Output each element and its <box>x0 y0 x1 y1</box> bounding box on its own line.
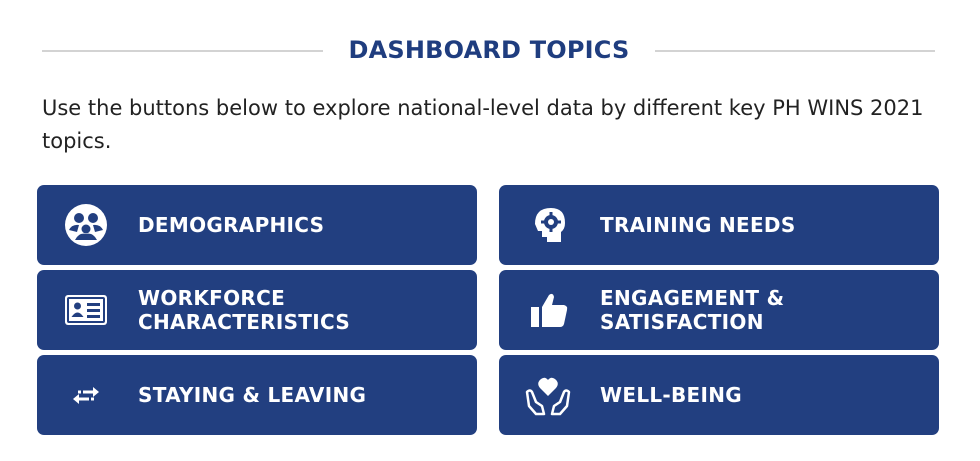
training-needs-button[interactable]: TRAINING NEEDS <box>499 185 939 265</box>
people-group-icon <box>61 200 111 250</box>
arrows-exchange-icon <box>61 370 111 420</box>
staying-leaving-button[interactable]: STAYING & LEAVING <box>37 355 477 435</box>
demographics-label: DEMOGRAPHICS <box>138 213 325 237</box>
training-needs-label: TRAINING NEEDS <box>600 213 796 237</box>
id-card-icon <box>61 285 111 335</box>
header-divider-left <box>42 50 323 52</box>
staying-leaving-label: STAYING & LEAVING <box>138 383 367 407</box>
well-being-label: WELL-BEING <box>600 383 743 407</box>
well-being-button[interactable]: WELL-BEING <box>499 355 939 435</box>
page-title: DASHBOARD TOPICS <box>348 36 630 64</box>
engagement-satisfaction-label: ENGAGEMENT & SATISFACTION <box>600 286 785 334</box>
workforce-characteristics-button[interactable]: WORKFORCE CHARACTERISTICS <box>37 270 477 350</box>
header-divider-right <box>655 50 935 52</box>
engagement-satisfaction-button[interactable]: ENGAGEMENT & SATISFACTION <box>499 270 939 350</box>
hands-heart-icon <box>523 370 573 420</box>
workforce-characteristics-label: WORKFORCE CHARACTERISTICS <box>138 286 351 334</box>
demographics-button[interactable]: DEMOGRAPHICS <box>37 185 477 265</box>
section-header: DASHBOARD TOPICS <box>0 30 980 70</box>
thumbs-up-icon <box>523 285 573 335</box>
intro-text: Use the buttons below to explore nationa… <box>42 96 924 153</box>
head-gear-icon <box>523 200 573 250</box>
